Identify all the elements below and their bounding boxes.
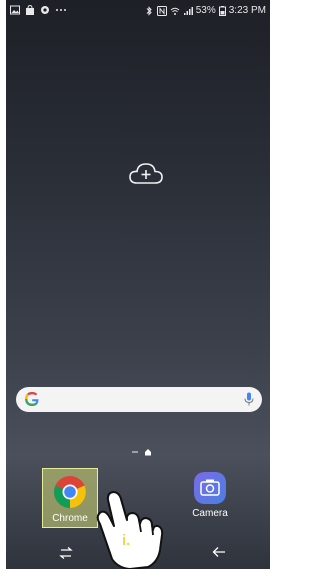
home-screen: 53% 3:23 PM Chrome Camera i. [6, 0, 270, 569]
nfc-icon [156, 6, 167, 16]
recent-apps-icon[interactable] [58, 546, 74, 560]
google-g-icon [25, 392, 39, 406]
shopping-bag-icon [26, 5, 34, 15]
chrome-icon [54, 476, 86, 508]
settings-gear-icon [41, 6, 49, 14]
camera-app[interactable]: Camera [182, 472, 238, 519]
camera-app-label: Camera [192, 508, 228, 519]
status-bar: 53% 3:23 PM [6, 0, 270, 22]
camera-icon [194, 472, 226, 504]
system-icons: 53% 3:23 PM [144, 5, 266, 17]
google-search-bar[interactable] [16, 387, 262, 412]
clock: 3:23 PM [228, 5, 266, 16]
tap-hint-label: i. [122, 532, 131, 549]
page-indicator [132, 448, 152, 456]
mic-icon[interactable] [244, 392, 254, 407]
back-icon[interactable] [212, 546, 226, 558]
gallery-icon [10, 5, 20, 15]
bluetooth-icon [146, 6, 152, 16]
home-page-icon [145, 449, 151, 456]
battery-icon [218, 6, 226, 16]
notification-icons [10, 5, 67, 15]
more-icon [56, 9, 66, 11]
signal-icon [183, 7, 193, 15]
tap-hand-icon [96, 491, 164, 569]
wifi-icon [170, 7, 180, 15]
page-indicator-line [132, 451, 138, 453]
cloud-add-icon[interactable] [128, 162, 164, 186]
battery-percent: 53% [195, 5, 216, 16]
